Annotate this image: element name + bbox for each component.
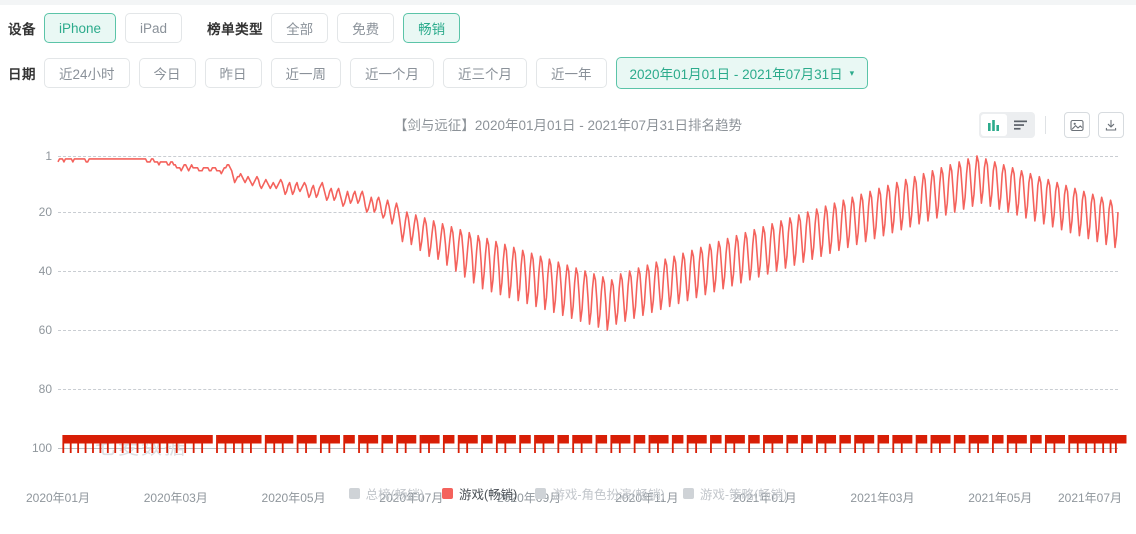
list-icon[interactable] (1007, 114, 1033, 136)
date-option-week[interactable]: 近一周 (270, 58, 342, 88)
list-type-filter-label: 榜单类型 (207, 22, 264, 37)
bar-chart-icon[interactable] (981, 114, 1007, 136)
device-option-ipad[interactable]: iPad (125, 13, 183, 43)
view-mode-switch (979, 112, 1035, 138)
date-range-value: 2020年01月01日 - 2021年07月31日 (629, 67, 843, 82)
date-filter-label: 日期 (8, 67, 36, 82)
list-type-option-grossing[interactable]: 畅销 (403, 13, 461, 43)
date-range-picker[interactable]: 2020年01月01日 - 2021年07月31日 ▾ (615, 57, 869, 89)
legend-item[interactable]: 游戏-角色扮演(畅销) (535, 484, 665, 503)
chart-legend: 总榜(畅销) 游戏(畅销) 游戏-角色扮演(畅销) 游戏-策略(畅销) (0, 484, 1136, 503)
image-icon[interactable] (1064, 112, 1090, 138)
legend-swatch (442, 488, 453, 499)
chevron-down-icon: ▾ (849, 67, 855, 78)
date-option-today[interactable]: 今日 (138, 58, 196, 88)
toolbar-divider (1045, 116, 1046, 134)
chart-toolbar (979, 112, 1124, 138)
date-option-three-months[interactable]: 近三个月 (443, 58, 528, 88)
legend-swatch (682, 488, 694, 499)
date-option-24h[interactable]: 近24小时 (44, 58, 130, 88)
chart-title: 【剑与远征】2020年01月01日 - 2021年07月31日排名趋势 (393, 118, 743, 133)
device-filter-label: 设备 (8, 22, 36, 37)
device-option-iphone[interactable]: iPhone (44, 13, 117, 43)
list-type-option-free[interactable]: 免费 (337, 13, 395, 43)
filter-row-device: 设备 iPhone iPad 榜单类型 全部 免费 畅销 (8, 11, 469, 45)
legend-item[interactable]: 游戏-策略(畅销) (682, 484, 788, 503)
rank-trend-chart-card: 【剑与远征】2020年01月01日 - 2021年07月31日排名趋势 1 20… (0, 100, 1136, 520)
date-option-year[interactable]: 近一年 (536, 58, 607, 88)
legend-label: 游戏-策略(畅销) (699, 488, 788, 502)
chart-plot-area: 1 20 40 60 80 100 七麦数据 2020年01月 2020年03月 2020年0… (0, 140, 1136, 505)
page-top-strip (0, 0, 1136, 5)
date-option-yesterday[interactable]: 昨日 (204, 58, 262, 88)
legend-item[interactable]: 总榜(畅销) (348, 484, 424, 503)
list-type-option-all[interactable]: 全部 (271, 13, 329, 43)
legend-item[interactable]: 游戏(畅销) (442, 484, 517, 503)
legend-swatch (348, 488, 360, 499)
x-axis-ticks: 2020年01月 2020年03月 2020年05月 2020年07月 2020年09月… (0, 140, 1136, 520)
legend-label: 游戏(畅销) (459, 488, 518, 502)
filter-row-date: 日期 近24小时 今日 昨日 近一周 近一个月 近三个月 近一年 2020年01… (8, 56, 877, 90)
download-icon[interactable] (1098, 112, 1124, 138)
legend-label: 游戏-角色扮演(畅销) (552, 488, 665, 502)
legend-label: 总榜(畅销) (365, 488, 424, 502)
date-option-month[interactable]: 近一个月 (350, 58, 435, 88)
legend-swatch (535, 488, 547, 499)
